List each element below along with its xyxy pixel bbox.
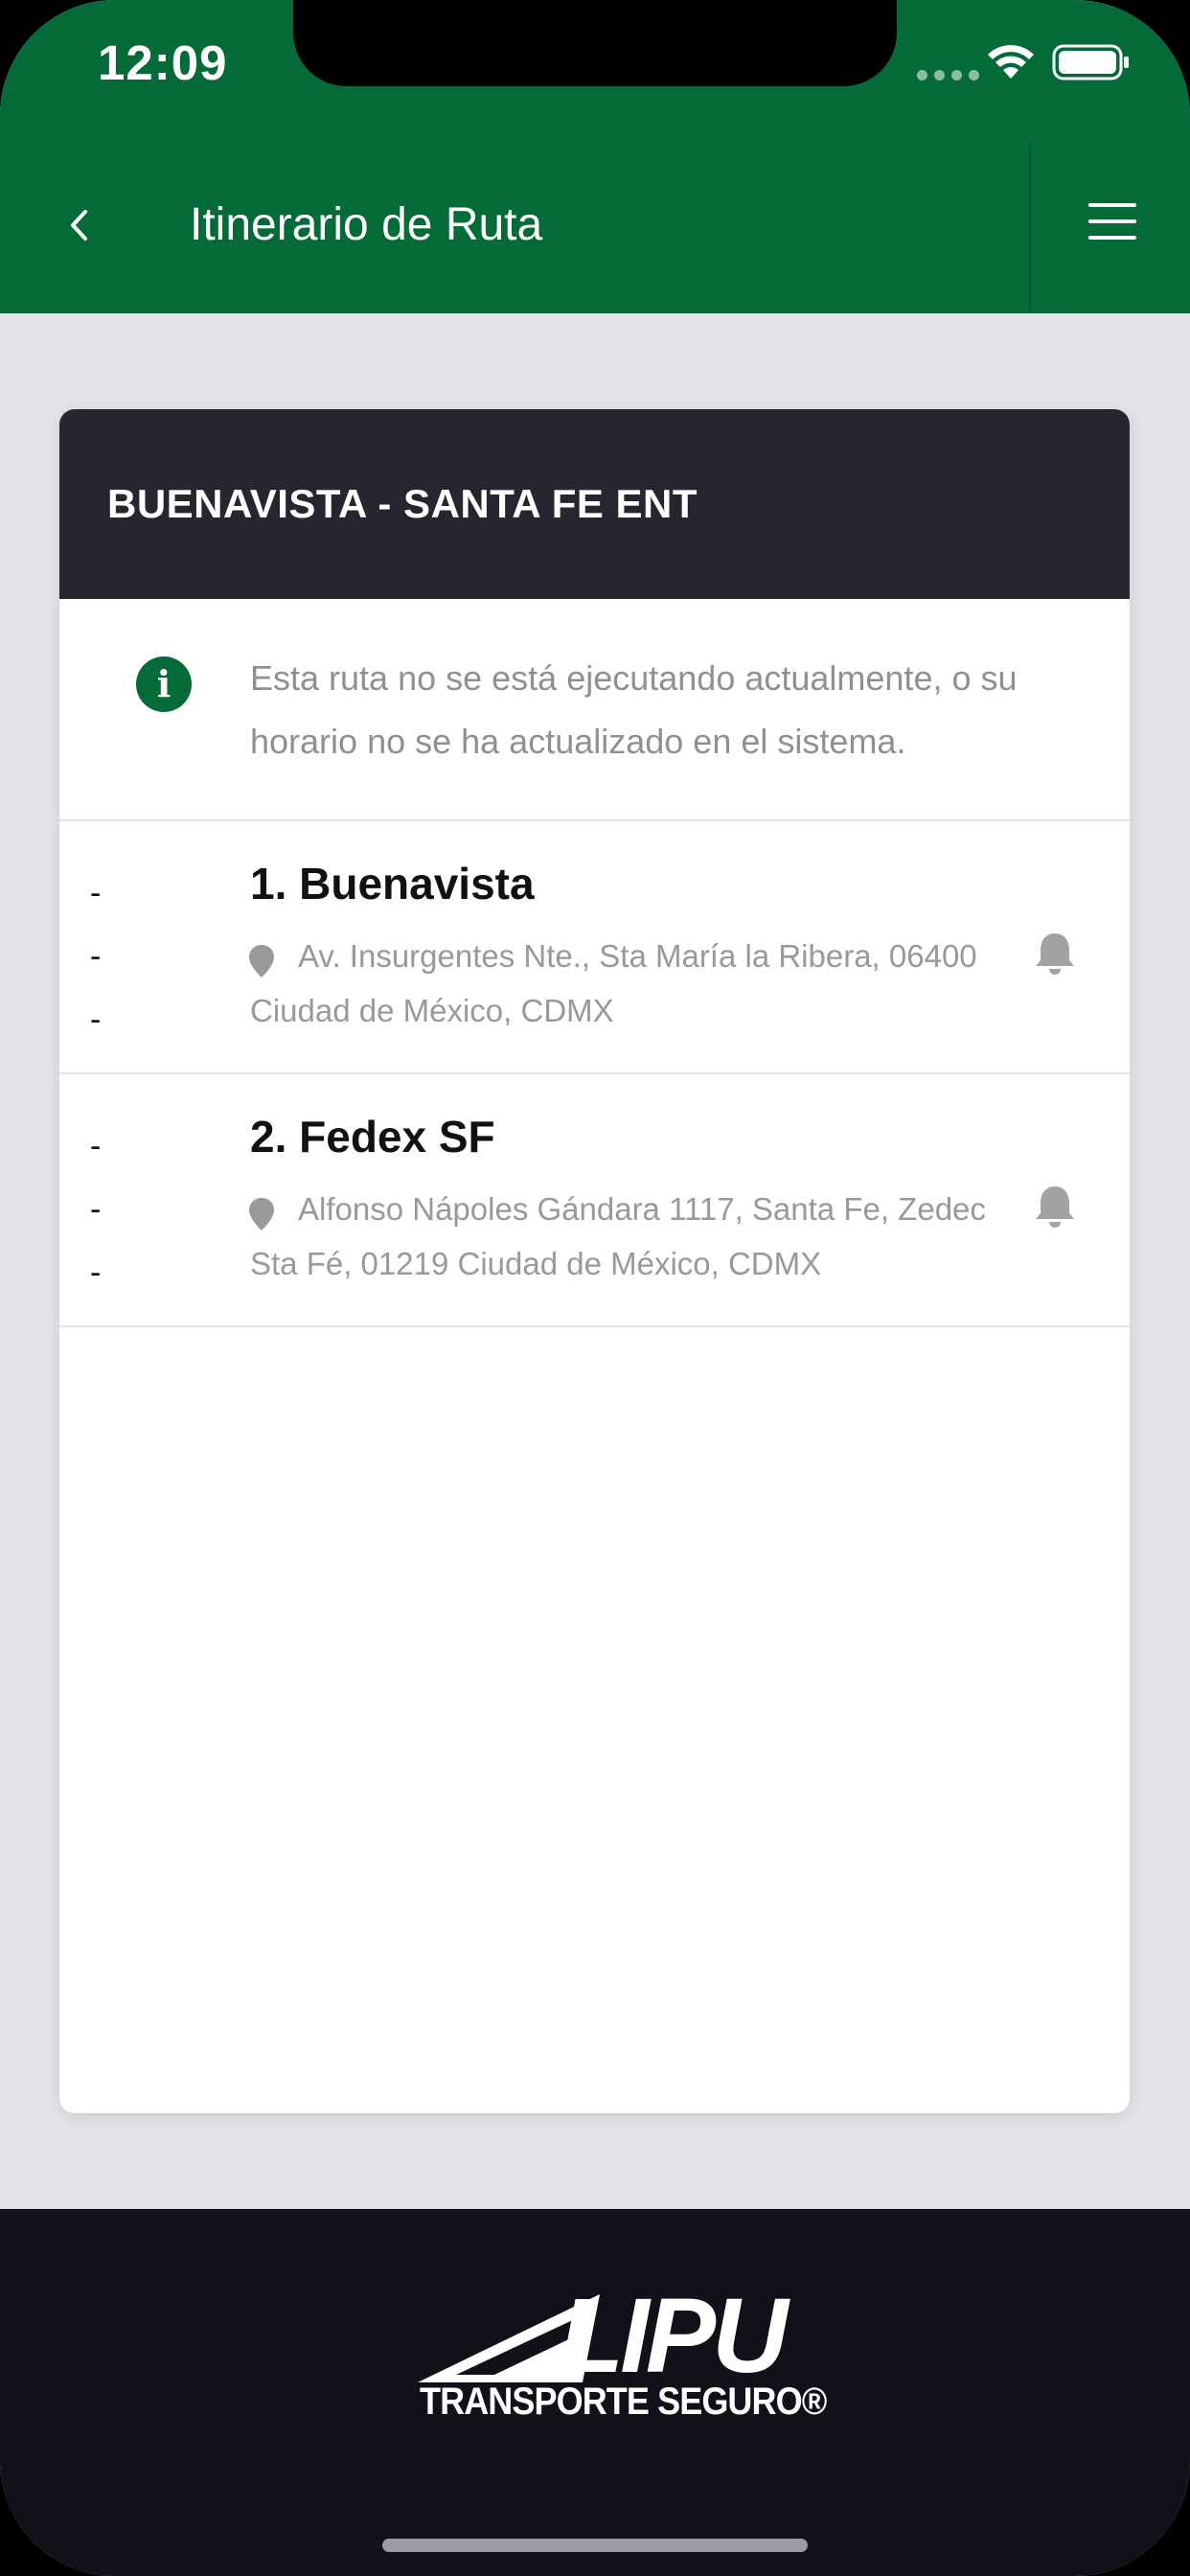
screen: 12:09 Itinerario de Ruta BUENAVISTA - SA… — [0, 0, 1190, 2576]
logo-word: LIPU — [560, 2277, 789, 2395]
info-icon: i — [136, 656, 192, 712]
status-time: 12:09 — [98, 35, 228, 90]
app-header: 12:09 Itinerario de Ruta — [0, 0, 1190, 313]
battery-icon — [1052, 44, 1129, 80]
route-card: BUENAVISTA - SANTA FE ENT i Esta ruta no… — [59, 409, 1130, 2113]
route-notice: i Esta ruta no se está ejecutando actual… — [59, 599, 1130, 821]
bell-icon[interactable] — [1033, 931, 1077, 977]
stop-name: 1. Buenavista — [250, 859, 535, 908]
chevron-left-icon — [71, 210, 87, 241]
logo-tagline: TRANSPORTE SEGURO® — [420, 2380, 827, 2423]
stop-item[interactable]: - - - 2. Fedex SF Alfonso Nápoles Gándar… — [59, 1074, 1130, 1327]
stop-address: Alfonso Nápoles Gándara 1117, Santa Fe, … — [250, 1191, 986, 1281]
page-title: Itinerario de Ruta — [190, 199, 543, 250]
device-notch — [293, 0, 897, 86]
back-button[interactable] — [57, 192, 100, 259]
header-divider — [1029, 144, 1031, 313]
notice-text: Esta ruta no se está ejecutando actualme… — [250, 658, 1018, 761]
stop-times: - - - — [90, 1128, 102, 1291]
stop-item[interactable]: - - - 1. Buenavista Av. Insurgentes Nte.… — [59, 821, 1130, 1074]
route-name: BUENAVISTA - SANTA FE ENT — [107, 481, 698, 526]
lipu-logo: LIPU TRANSPORTE SEGURO® — [418, 2277, 827, 2423]
route-card-header: BUENAVISTA - SANTA FE ENT — [59, 409, 1130, 599]
home-indicator[interactable] — [382, 2539, 808, 2552]
bell-icon[interactable] — [1033, 1184, 1077, 1230]
stop-address: Av. Insurgentes Nte., Sta María la Riber… — [250, 938, 977, 1028]
wifi-icon — [988, 45, 1034, 79]
menu-button[interactable] — [1088, 203, 1136, 245]
stop-name: 2. Fedex SF — [250, 1112, 495, 1162]
cellular-signal-icon — [917, 70, 979, 80]
stop-times: - - - — [90, 875, 102, 1038]
